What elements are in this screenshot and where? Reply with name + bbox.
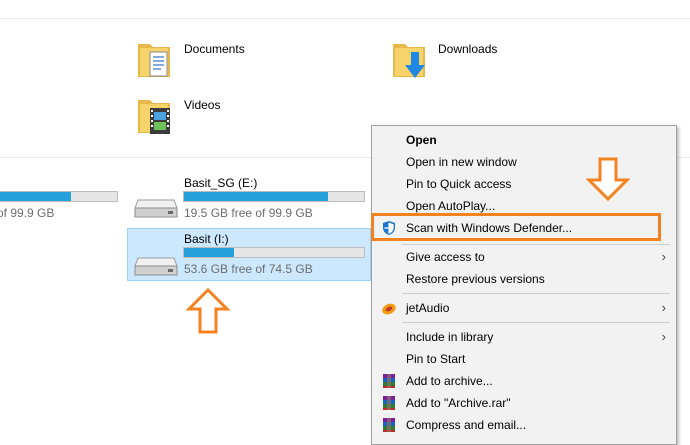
menu-item-open[interactable]: Open (372, 129, 676, 151)
winrar-icon (383, 418, 395, 432)
menu-separator (402, 293, 670, 294)
winrar-icon (383, 396, 395, 410)
menu-item-restore-versions[interactable]: Restore previous versions (372, 268, 676, 290)
hard-drive-icon (134, 199, 178, 218)
menu-item-label: jetAudio (406, 301, 450, 315)
drive-name: Basit_SG (E:) (184, 176, 258, 190)
videos-folder-icon (138, 100, 170, 134)
menu-item-pin-start[interactable]: Pin to Start (372, 348, 676, 370)
drive-usage-fill (184, 248, 235, 257)
menu-item-label: Include in library (406, 330, 494, 344)
menu-item-include-library[interactable]: Include in library › (372, 326, 676, 348)
drive-usage-fill (184, 192, 328, 201)
hard-drive-icon (134, 257, 178, 276)
folder-downloads[interactable]: Downloads (390, 38, 550, 82)
folder-documents[interactable]: Documents (136, 38, 296, 82)
jetaudio-icon (382, 303, 396, 315)
submenu-arrow-icon: › (661, 329, 666, 344)
menu-item-label: Restore previous versions (406, 272, 545, 286)
menu-item-pin-quick-access[interactable]: Pin to Quick access (372, 173, 676, 195)
annotation-highlight-box (371, 213, 661, 241)
top-divider (0, 18, 690, 19)
menu-item-label: Pin to Start (406, 352, 466, 366)
folder-label: Documents (184, 42, 245, 56)
winrar-icon (383, 374, 395, 388)
menu-item-label: Pin to Quick access (406, 177, 512, 191)
menu-item-give-access[interactable]: Give access to › (372, 246, 676, 268)
menu-separator (402, 244, 670, 245)
drive-usage-bar (183, 247, 365, 258)
menu-item-add-archive[interactable]: Add to archive... (372, 370, 676, 392)
annotation-up-arrow-icon (186, 287, 230, 334)
menu-item-label: Add to archive... (406, 374, 493, 388)
context-menu: Open Open in new window Pin to Quick acc… (371, 125, 677, 445)
submenu-arrow-icon: › (661, 249, 666, 264)
submenu-arrow-icon: › (661, 300, 666, 315)
drive-free-space: 53.6 GB free of 74.5 GB (184, 262, 313, 276)
drive-basit-sg-e[interactable]: Basit_SG (E:) 19.5 GB free of 99.9 GB (128, 172, 368, 224)
menu-item-add-archive-rar[interactable]: Add to "Archive.rar" (372, 392, 676, 414)
menu-item-jetaudio[interactable]: jetAudio › (372, 297, 676, 319)
drive-partial[interactable]: of 99.9 GB (0, 186, 120, 222)
menu-item-label: Compress and email... (406, 418, 527, 432)
menu-item-label: Add to "Archive.rar" (406, 396, 511, 410)
downloads-folder-icon (393, 44, 425, 78)
menu-item-label: Open (406, 133, 437, 147)
folder-label: Downloads (438, 42, 498, 56)
drive-free-space: of 99.9 GB (0, 206, 55, 220)
annotation-down-arrow-icon (586, 157, 630, 202)
menu-item-label: Give access to (406, 250, 485, 264)
drive-name: Basit (I:) (184, 232, 229, 246)
drive-basit-i[interactable]: Basit (I:) 53.6 GB free of 74.5 GB (128, 228, 368, 280)
folder-label: Videos (184, 98, 221, 112)
drive-usage-bar (0, 191, 118, 202)
documents-folder-icon (138, 44, 170, 77)
drive-usage-fill (0, 192, 72, 201)
menu-separator (402, 322, 670, 323)
menu-item-compress-email[interactable]: Compress and email... (372, 414, 676, 436)
folder-videos[interactable]: Videos (136, 94, 296, 138)
menu-item-open-new-window[interactable]: Open in new window (372, 151, 676, 173)
menu-item-label: Open in new window (406, 155, 517, 169)
drive-free-space: 19.5 GB free of 99.9 GB (184, 206, 313, 220)
drive-usage-bar (183, 191, 365, 202)
